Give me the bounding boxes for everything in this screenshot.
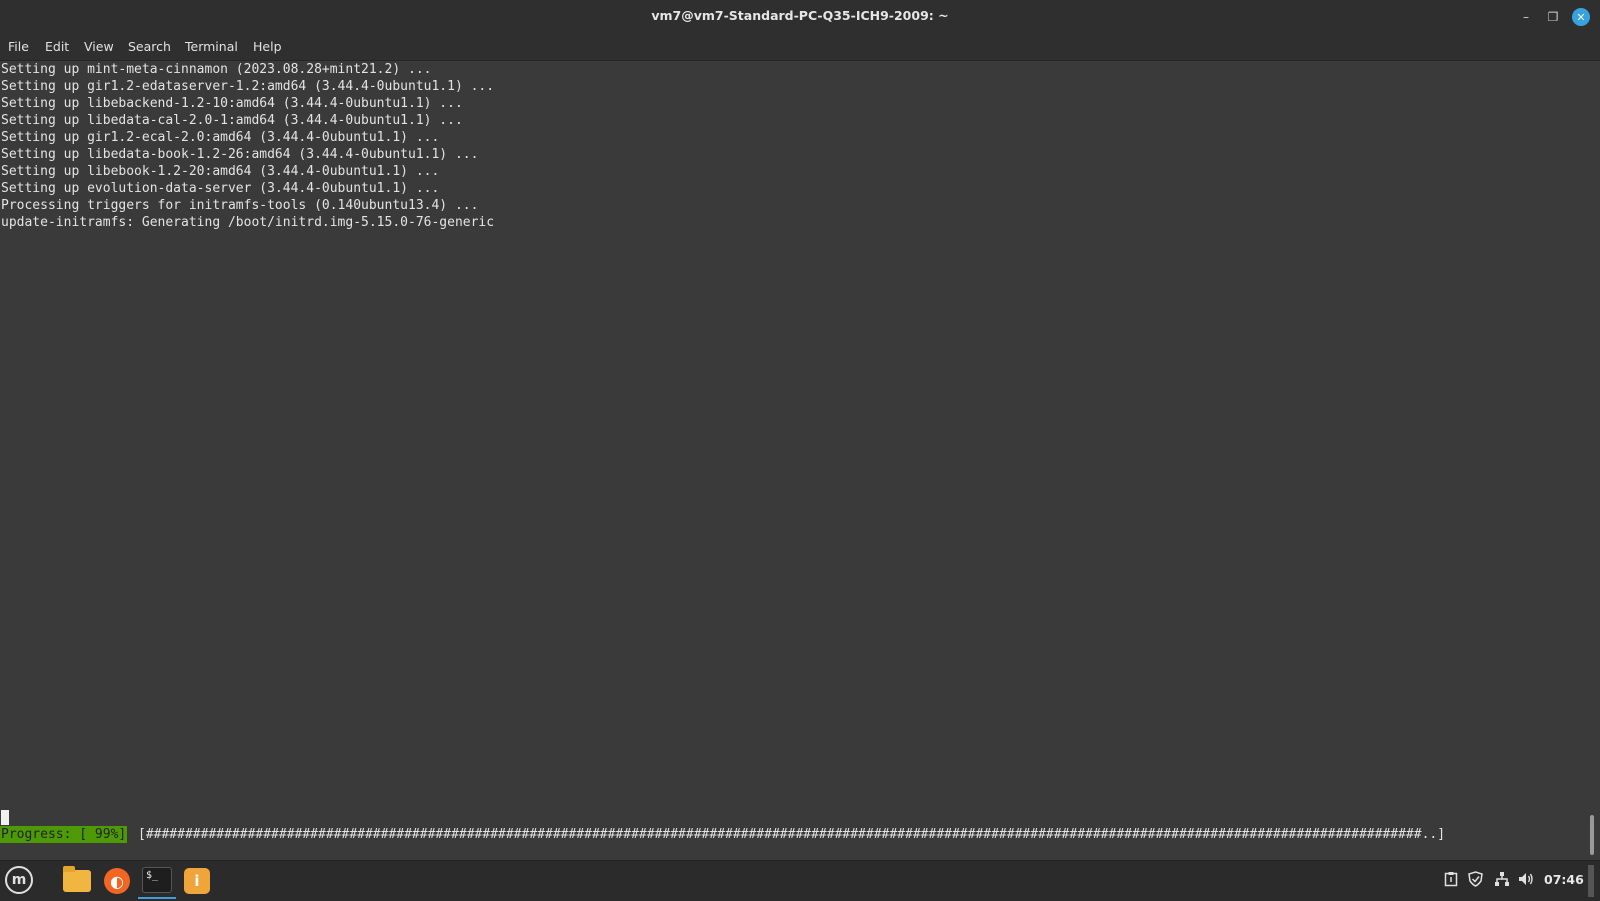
window-title: vm7@vm7-Standard-PC-Q35-ICH9-2009: ~ xyxy=(651,8,949,23)
firefox-icon: ◐ xyxy=(104,868,130,894)
terminal-line: Setting up gir1.2-edataserver-1.2:amd64 … xyxy=(1,79,495,94)
terminal-line: Setting up libedata-book-1.2-26:amd64 (3… xyxy=(1,147,479,162)
clipboard-icon[interactable] xyxy=(1444,871,1458,891)
progress-bar: [#######################################… xyxy=(138,827,1446,842)
menu-view[interactable]: View xyxy=(84,39,114,54)
taskbar-app-file-manager[interactable] xyxy=(58,863,96,899)
taskbar-app-update-manager[interactable]: i xyxy=(178,863,216,899)
menu-bar: File Edit View Search Terminal Help xyxy=(0,33,1600,61)
terminal-line: update-initramfs: Generating /boot/initr… xyxy=(1,215,495,230)
menu-terminal[interactable]: Terminal xyxy=(185,39,238,54)
maximize-button[interactable]: ❐ xyxy=(1543,7,1563,27)
progress-label: Progress: [ 99%] xyxy=(0,826,128,843)
terminal-output[interactable]: Setting up mint-meta-cinnamon (2023.08.2… xyxy=(0,61,1586,857)
text-cursor xyxy=(1,810,9,825)
mint-menu-icon[interactable]: m xyxy=(5,866,33,894)
terminal-line: Setting up gir1.2-ecal-2.0:amd64 (3.44.4… xyxy=(1,130,440,145)
taskbar-app-firefox[interactable]: ◐ xyxy=(98,863,136,899)
taskbar: m ◐ $_ i 07:46 xyxy=(0,860,1600,901)
close-button[interactable]: ✕ xyxy=(1572,8,1590,26)
taskbar-app-terminal[interactable]: $_ xyxy=(138,863,176,899)
menu-search[interactable]: Search xyxy=(128,39,171,54)
terminal-scrollbar[interactable] xyxy=(1590,815,1594,855)
menu-help[interactable]: Help xyxy=(253,39,282,54)
terminal-line: Setting up evolution-data-server (3.44.4… xyxy=(1,181,440,196)
terminal-line: Setting up libebackend-1.2-10:amd64 (3.4… xyxy=(1,96,463,111)
shield-icon[interactable] xyxy=(1468,871,1483,891)
terminal-line: Setting up libedata-cal-2.0-1:amd64 (3.4… xyxy=(1,113,463,128)
minimize-button[interactable]: – xyxy=(1516,7,1536,27)
terminal-icon: $_ xyxy=(142,867,172,893)
update-manager-icon: i xyxy=(184,868,210,894)
terminal-line: Setting up mint-meta-cinnamon (2023.08.2… xyxy=(1,62,432,77)
show-desktop-button[interactable] xyxy=(1588,865,1594,897)
menu-edit[interactable]: Edit xyxy=(45,39,69,54)
clock[interactable]: 07:46 xyxy=(1544,872,1584,887)
folder-icon xyxy=(63,866,91,892)
terminal-line: Processing triggers for initramfs-tools … xyxy=(1,198,479,213)
menu-file[interactable]: File xyxy=(8,39,29,54)
volume-icon[interactable] xyxy=(1518,871,1534,891)
terminal-line: Setting up libebook-1.2-20:amd64 (3.44.4… xyxy=(1,164,440,179)
window-titlebar[interactable]: vm7@vm7-Standard-PC-Q35-ICH9-2009: ~ – ❐… xyxy=(0,0,1600,33)
network-icon[interactable] xyxy=(1494,871,1510,891)
